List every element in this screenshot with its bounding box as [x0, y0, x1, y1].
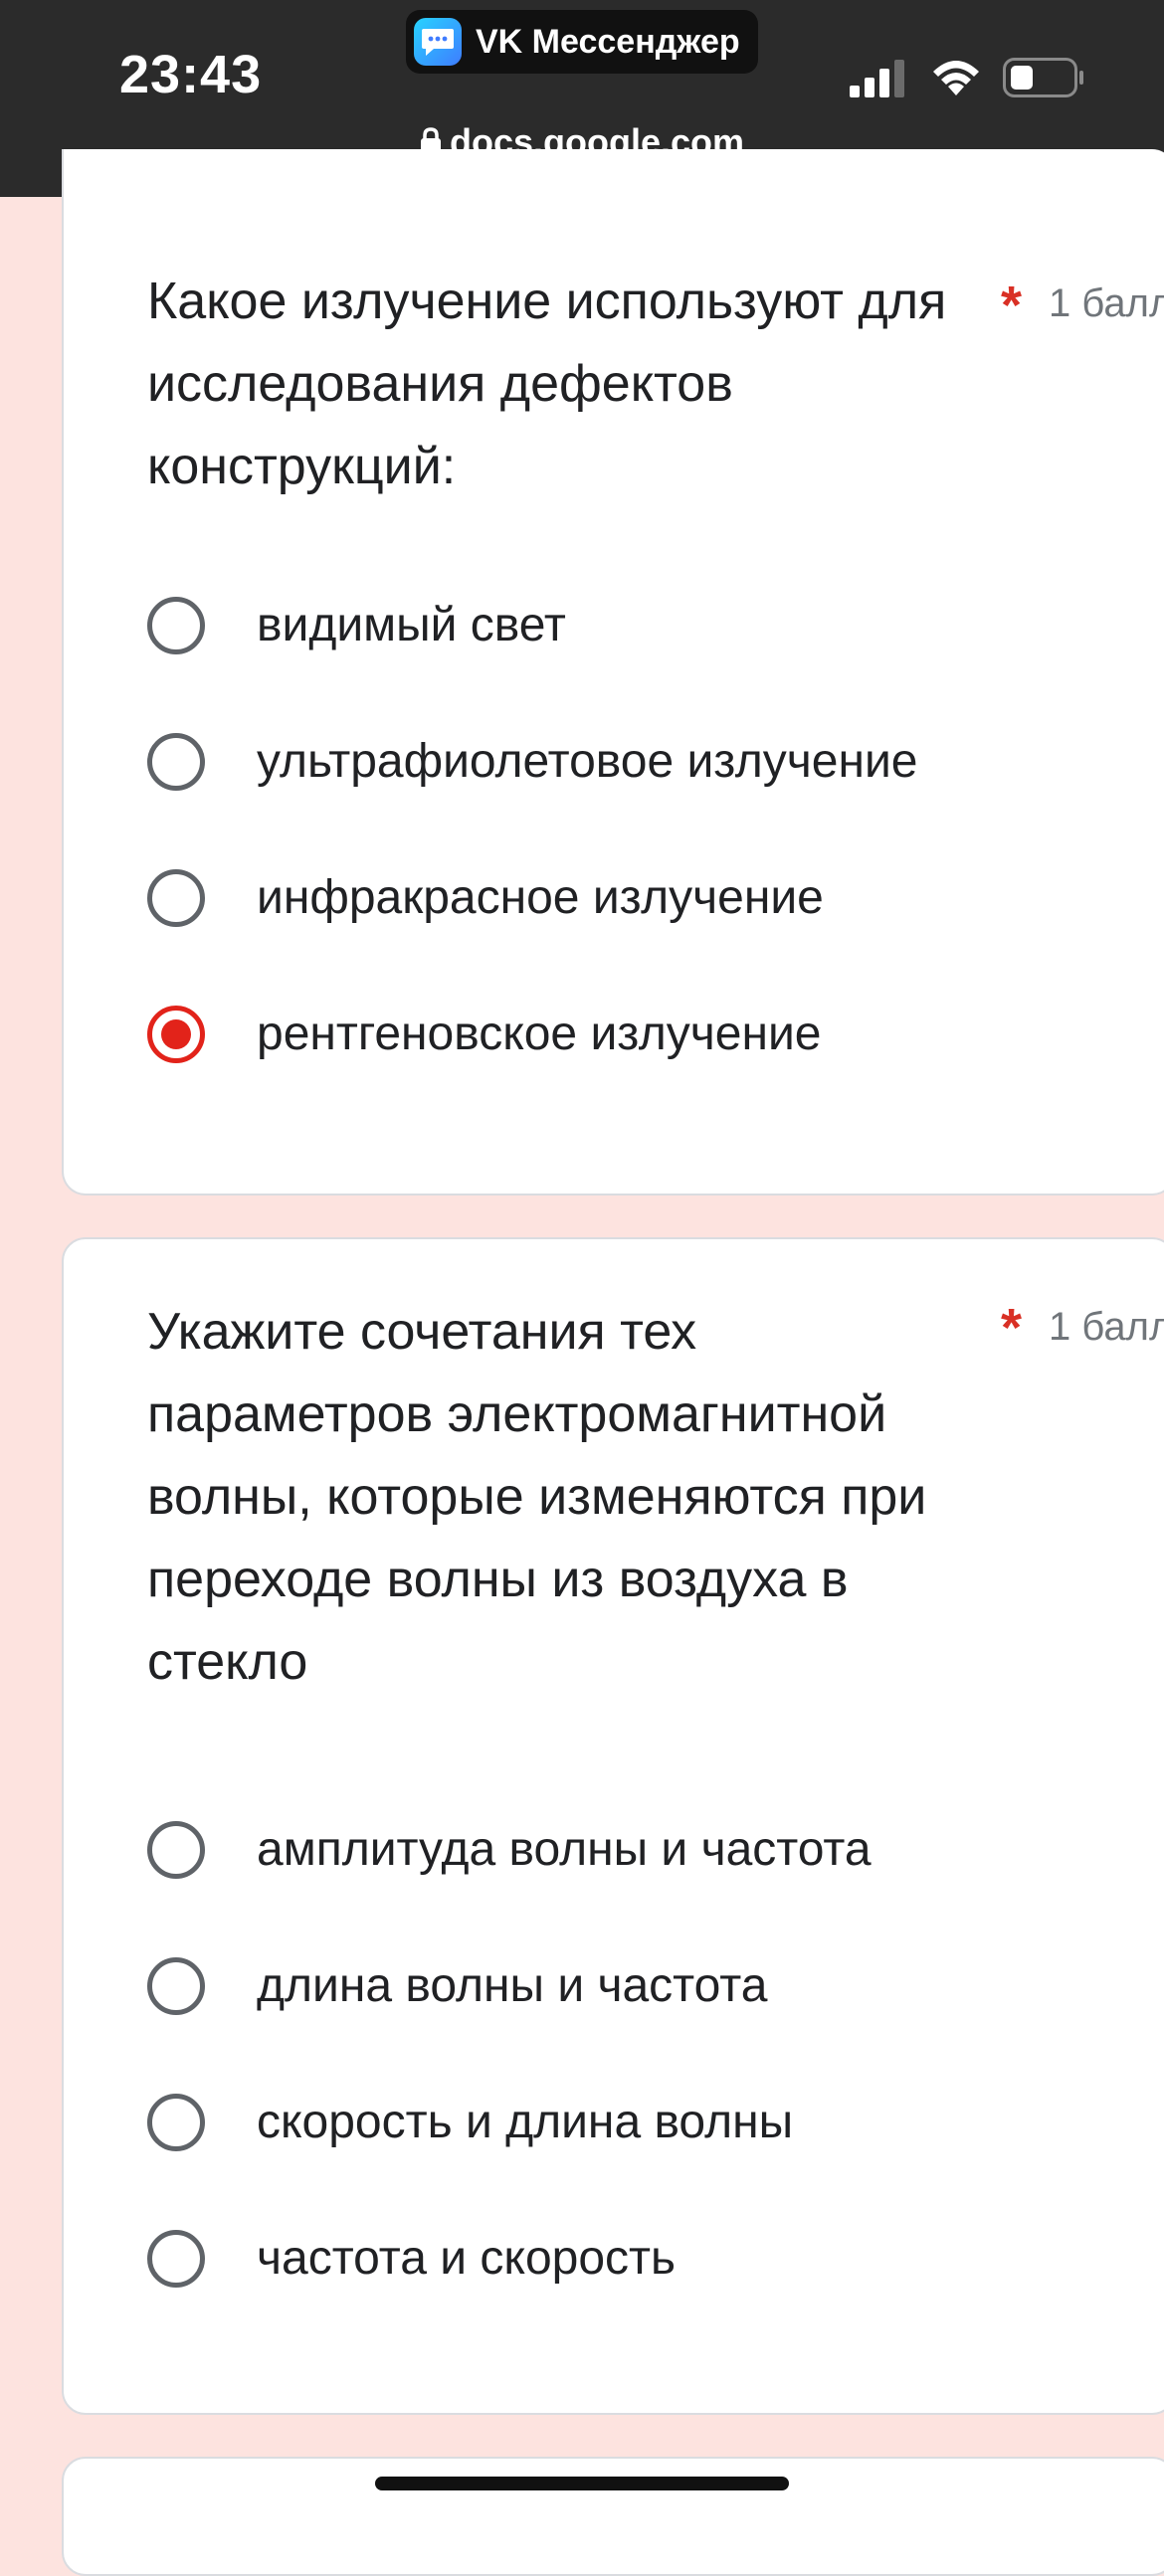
question-card-next: [62, 2457, 1164, 2576]
radio-button[interactable]: [147, 1957, 205, 2015]
question-title: Укажите сочетания тех параметров электро…: [147, 1303, 927, 1691]
question-title: Какое излучение используют для исследова…: [147, 273, 947, 495]
radio-option[interactable]: ультрафиолетовое излучение: [147, 733, 1122, 803]
option-label: инфракрасное излучение: [257, 871, 824, 924]
option-label: видимый свет: [257, 599, 566, 651]
question-points: 1 балл: [1049, 281, 1164, 325]
radio-option[interactable]: амплитуда волны и частота: [147, 1821, 1122, 1891]
option-label: скорость и длина волны: [257, 2096, 794, 2148]
radio-button-selected[interactable]: [147, 1006, 205, 1063]
radio-option[interactable]: инфракрасное излучение: [147, 869, 1122, 939]
question-card: Укажите сочетания тех параметров электро…: [62, 1237, 1164, 2415]
option-label: частота и скорость: [257, 2232, 677, 2285]
radio-option[interactable]: длина волны и частота: [147, 1957, 1122, 2027]
option-label: амплитуда волны и частота: [257, 1823, 872, 1876]
vk-messenger-icon: [414, 18, 462, 66]
radio-button[interactable]: [147, 597, 205, 654]
radio-option[interactable]: видимый свет: [147, 597, 1122, 666]
radio-option[interactable]: частота и скорость: [147, 2230, 1122, 2300]
required-marker: *: [1001, 276, 1023, 335]
back-to-app-button[interactable]: VK Мессенджер: [406, 10, 758, 74]
radio-button[interactable]: [147, 733, 205, 791]
radio-option[interactable]: рентгеновское излучение: [147, 1006, 1122, 1075]
radio-button[interactable]: [147, 1821, 205, 1879]
radio-button[interactable]: [147, 2230, 205, 2288]
battery-icon: [1003, 58, 1083, 97]
app-name: VK Мессенджер: [476, 23, 740, 61]
required-marker: *: [1001, 1298, 1023, 1358]
option-label: ультрафиолетовое излучение: [257, 735, 918, 788]
option-label: рентгеновское излучение: [257, 1008, 822, 1060]
wifi-icon: [933, 61, 979, 95]
radio-button[interactable]: [147, 2094, 205, 2151]
radio-button[interactable]: [147, 869, 205, 927]
status-time: 23:43: [119, 45, 263, 104]
option-label: длина волны и частота: [257, 1959, 768, 2012]
question-card: Какое излучение используют для исследова…: [62, 149, 1164, 1196]
cellular-signal-icon: [850, 60, 904, 97]
radio-option[interactable]: скорость и длина волны: [147, 2094, 1122, 2163]
home-indicator[interactable]: [375, 2477, 789, 2490]
question-points: 1 балл: [1049, 1305, 1164, 1349]
